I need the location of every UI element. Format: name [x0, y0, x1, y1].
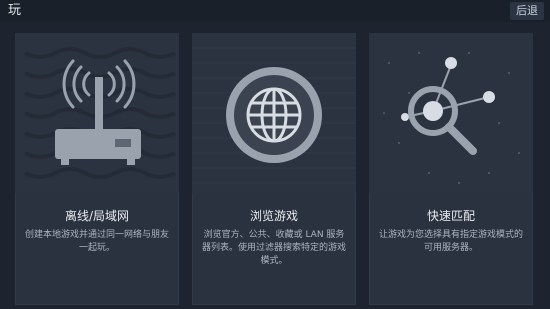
back-button[interactable]: 后退: [510, 2, 544, 20]
card-title: 离线/局域网: [64, 209, 130, 223]
globe-icon: [192, 33, 356, 193]
router-icon: [15, 33, 179, 193]
card-description: 让游戏为您选择具有指定游戏模式的可用服务器。: [378, 230, 523, 253]
card-title: 快速匹配: [426, 209, 475, 223]
magnifier-network-icon: [369, 33, 533, 193]
page-title: 玩: [8, 3, 22, 18]
card-title: 浏览游戏: [249, 209, 298, 223]
card-description: 创建本地游戏并通过同一网络与朋友一起玩。: [24, 230, 169, 253]
card-browse-games[interactable]: 浏览游戏 浏览官方、公共、收藏或 LAN 服务器列表。使用过滤器搜索特定的游戏模…: [192, 33, 356, 305]
top-bar: 玩 后退: [0, 0, 550, 22]
card-offline-lan[interactable]: 离线/局域网 创建本地游戏并通过同一网络与朋友一起玩。: [15, 33, 179, 305]
card-quick-match[interactable]: 快速匹配 让游戏为您选择具有指定游戏模式的可用服务器。: [369, 33, 533, 305]
card-description: 浏览官方、公共、收藏或 LAN 服务器列表。使用过滤器搜索特定的游戏模式。: [201, 230, 346, 266]
